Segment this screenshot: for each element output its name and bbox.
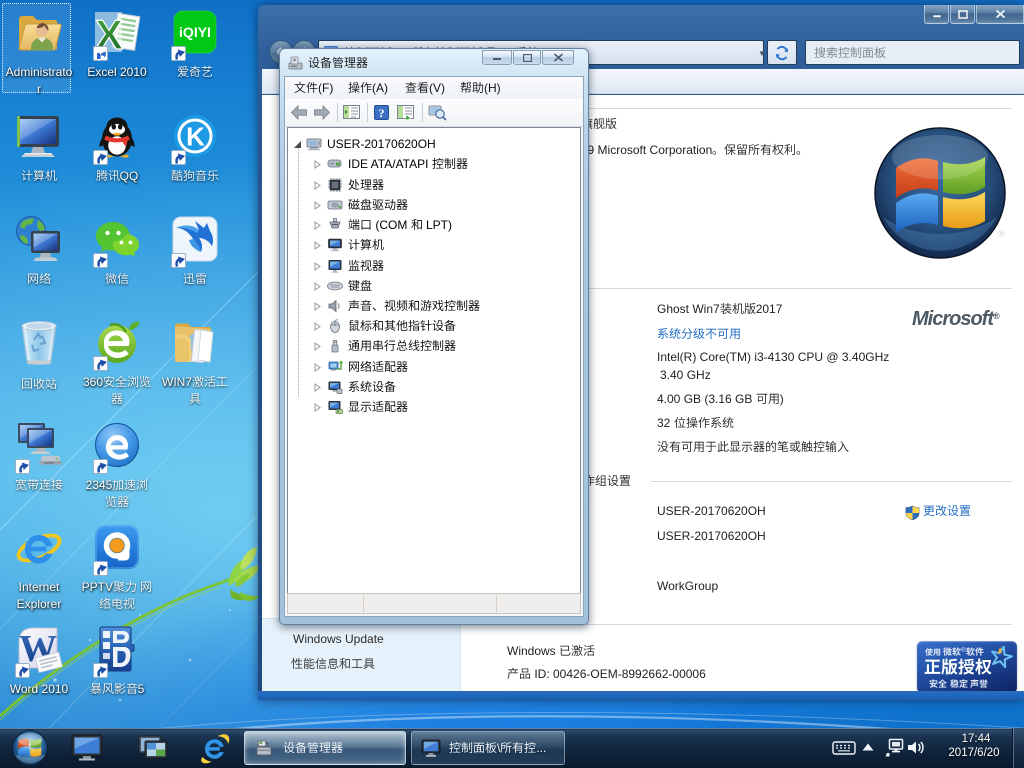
svg-text:K: K: [186, 122, 205, 152]
svg-text:iQIYI: iQIYI: [179, 24, 211, 40]
svg-text:?: ?: [379, 106, 385, 120]
svg-text:®: ®: [998, 229, 1005, 239]
